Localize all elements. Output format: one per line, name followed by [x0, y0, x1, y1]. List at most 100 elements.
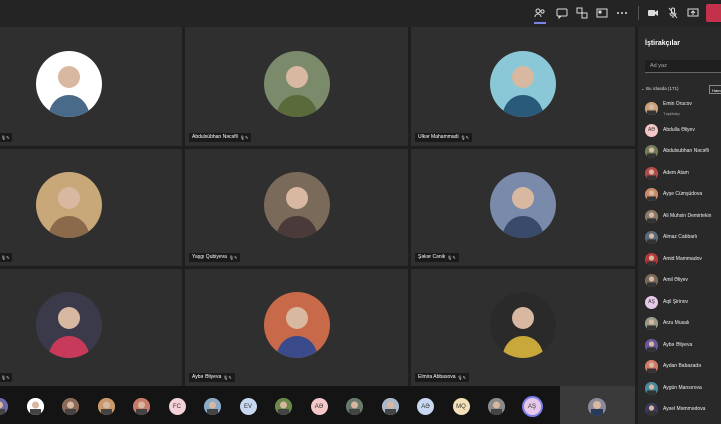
mic-off-icon: 🎙✎ [223, 375, 232, 380]
participant-name: Aydan Babazadə [663, 363, 701, 369]
avatar-initials: AƏ [647, 127, 656, 133]
participant-row[interactable]: Amid Mammadov [638, 249, 721, 269]
participant-chip[interactable]: FC [168, 398, 186, 415]
participant-search-input[interactable]: Ad yaz [645, 60, 721, 73]
participant-row[interactable]: Aysel Məmmədova [638, 399, 721, 419]
mute-all-button[interactable]: Hamını [709, 85, 721, 94]
participant-chip[interactable]: AƏ [417, 398, 434, 415]
avatar [645, 209, 658, 223]
avatar [645, 252, 658, 266]
participant-name-tag: Elmira Abbasova 🎙✎ [415, 373, 469, 382]
active-tab-indicator [534, 22, 546, 24]
video-tile[interactable]: Aybə Əliyeva 🎙✎ [185, 269, 408, 386]
video-tile[interactable]: 🎙✎ [0, 27, 182, 146]
participant-row[interactable]: Arzu Musalı [638, 313, 721, 333]
leave-button[interactable] [706, 4, 721, 22]
video-tile[interactable]: Şəkər Cənik 🎙✎ [411, 149, 635, 266]
participant-chip[interactable]: MQ [452, 398, 470, 415]
participant-chip[interactable] [26, 398, 44, 415]
participant-chip[interactable] [97, 398, 115, 415]
participant-name: Arzu Musalı [663, 320, 690, 326]
participant-name: Abdulla Əliyev [663, 126, 695, 133]
participant-name: Aygün Mansırova [663, 384, 702, 391]
share-icon[interactable] [687, 7, 699, 19]
mic-off-icon[interactable] [667, 7, 679, 19]
toolbar-divider [638, 6, 639, 20]
participant-row[interactable]: AŞ Aqil Şirinov [638, 292, 721, 312]
participant-row[interactable]: AƏ Abdulla Əliyev [638, 120, 721, 140]
participant-name: Yaşgı Qubiyeva [192, 254, 227, 260]
participant-chip[interactable] [488, 398, 505, 415]
video-tile[interactable]: 🎙✎ [0, 269, 182, 386]
avatar [36, 291, 102, 358]
chip-initials: AƏ [314, 403, 324, 410]
participant-row[interactable]: Aygün Mansırova [638, 378, 721, 398]
avatar [36, 171, 102, 238]
participant-chip[interactable]: AƏ [310, 398, 328, 415]
avatar [490, 171, 556, 238]
participant-row[interactable]: Ali Muhsin Demirtekin [638, 206, 721, 226]
participant-name: Elmira Abbasova [418, 374, 456, 380]
section-label: Bu iclasda (171) [646, 86, 679, 91]
chat-icon[interactable] [556, 7, 568, 19]
participant-chip[interactable] [133, 398, 150, 415]
participant-name: Amil Əliyev [663, 277, 688, 283]
participant-chip[interactable] [204, 398, 221, 415]
participant-chip[interactable]: AŞ [523, 398, 541, 415]
avatar [263, 50, 330, 117]
participant-row[interactable]: Amil Əliyev [638, 270, 721, 290]
meeting-toolbar [0, 0, 721, 27]
participant-chip[interactable] [381, 398, 399, 415]
participant-name: Aqil Şirinov [663, 298, 689, 305]
section-header[interactable]: ⌄ Bu iclasda (171) [641, 86, 679, 92]
breakout-icon[interactable] [576, 7, 588, 19]
avatar [36, 50, 102, 117]
participant-name: Abdulsubhan Nəcəfli [663, 148, 709, 154]
mic-off-icon: 🎙✎ [447, 255, 456, 260]
avatar [490, 291, 556, 358]
video-tile[interactable]: 🎙✎ [0, 149, 182, 266]
participant-row[interactable]: Aybə Əliyeva [638, 335, 721, 355]
participant-name: Abdulsübhan Nəcəfli [192, 134, 238, 140]
participant-chip[interactable] [275, 398, 292, 415]
participant-chip[interactable] [346, 398, 363, 415]
participant-name-tag: Abdulsübhan Nəcəfli 🎙✎ [189, 133, 252, 142]
participant-chip[interactable] [62, 398, 79, 415]
participant-name: Emin Orucov [663, 101, 692, 107]
participant-row[interactable]: Adem Atam [638, 163, 721, 183]
participant-row[interactable]: Almaz Cabbarlı [638, 227, 721, 247]
participant-chip[interactable] [0, 398, 8, 415]
participant-row[interactable]: Abdulsubhan Nəcəfli [638, 141, 721, 161]
more-icon[interactable] [616, 7, 628, 19]
avatar [645, 360, 658, 373]
participants-icon[interactable] [534, 7, 546, 19]
participant-name-tag: 🎙✎ [0, 133, 13, 142]
video-tile[interactable]: Elmira Abbasova 🎙✎ [411, 269, 635, 386]
participant-name: Aysel Məmmədova [663, 406, 706, 412]
participant-row[interactable]: Emin Orucov Təşkilatçı [638, 98, 721, 118]
participant-name: Adem Atam [663, 169, 689, 176]
video-tile[interactable]: Yaşgı Qubiyeva 🎙✎ [185, 149, 408, 266]
participant-name: Şəkər Cənik [418, 254, 446, 260]
layout-icon[interactable] [596, 7, 608, 19]
participant-chip[interactable]: EV [239, 398, 257, 415]
participant-name: Ulkər Mahammadi [418, 134, 459, 140]
avatar [645, 403, 658, 416]
self-preview[interactable] [560, 386, 635, 424]
mic-off-icon: 🎙✎ [460, 135, 470, 140]
participant-name-tag: Yaşgı Qubiyeva 🎙✎ [189, 253, 241, 262]
video-tile[interactable]: Ulkər Mahammadi 🎙✎ [411, 27, 635, 146]
participants-panel: İştirakçılar Ad yaz ⌄ Bu iclasda (171) H… [638, 27, 721, 424]
participant-name-tag: Şəkər Cənik 🎙✎ [415, 253, 459, 262]
participant-strip: FC EV AƏ AƏ MQ AŞ [0, 386, 635, 424]
camera-icon[interactable] [647, 7, 659, 19]
participant-row[interactable]: Aydan Babazadə [638, 356, 721, 376]
avatar [645, 338, 658, 352]
video-tile[interactable]: Abdulsübhan Nəcəfli 🎙✎ [185, 27, 408, 146]
participant-name: Ayşe Cümşüdova [663, 191, 703, 197]
participant-name-tag: Ulkər Mahammadi 🎙✎ [415, 133, 473, 142]
avatar [645, 317, 658, 330]
participant-name: Amid Mammadov [663, 255, 702, 262]
participant-row[interactable]: Ayşe Cümşüdova [638, 184, 721, 204]
chip-initials: MQ [456, 403, 466, 410]
